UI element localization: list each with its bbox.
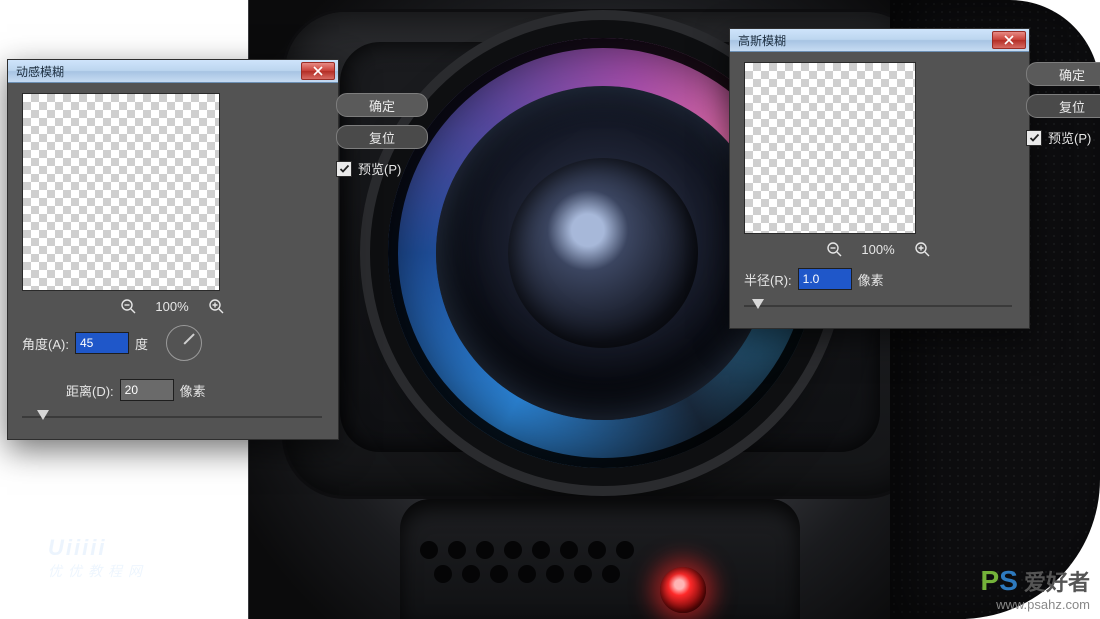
zoom-in-button[interactable] — [913, 240, 931, 258]
watermark-right: PS 爱好者 www.psahz.com — [981, 564, 1091, 613]
zoom-out-button[interactable] — [119, 297, 137, 315]
ok-button[interactable]: 确定 — [1026, 62, 1100, 86]
distance-slider[interactable] — [22, 409, 322, 425]
check-icon — [1029, 132, 1040, 143]
dialog-titlebar[interactable]: 动感模糊 — [8, 60, 338, 83]
watermark-left-sub: 优优教程网 — [48, 561, 148, 581]
angle-dial[interactable] — [166, 325, 202, 361]
watermark-brand-p: P — [981, 565, 1000, 596]
angle-unit: 度 — [135, 334, 148, 353]
radius-label: 半径(R): — [744, 270, 792, 289]
close-button[interactable] — [301, 62, 335, 80]
record-led — [660, 567, 706, 613]
reset-label: 复位 — [369, 128, 395, 147]
angle-label: 角度(A): — [22, 334, 69, 353]
reset-button[interactable]: 复位 — [1026, 94, 1100, 118]
watermark-brand-s: S — [999, 565, 1018, 596]
distance-input[interactable] — [120, 379, 174, 401]
distance-unit: 像素 — [180, 381, 206, 400]
preview-canvas — [22, 93, 220, 291]
zoom-in-icon — [208, 298, 224, 314]
preview-label: 预览(P) — [358, 159, 401, 178]
dialog-titlebar[interactable]: 高斯模糊 — [730, 29, 1029, 52]
speaker-grille — [420, 541, 640, 601]
reset-label: 复位 — [1059, 97, 1085, 116]
ok-button[interactable]: 确定 — [336, 93, 428, 117]
zoom-percentage: 100% — [861, 242, 894, 257]
zoom-in-icon — [914, 241, 930, 257]
angle-input[interactable] — [75, 332, 129, 354]
close-button[interactable] — [992, 31, 1026, 49]
watermark-left-logo: Uiiiii — [48, 535, 106, 560]
radius-unit: 像素 — [858, 270, 884, 289]
dialog-title: 动感模糊 — [16, 63, 301, 80]
close-icon — [313, 66, 323, 76]
preview-checkbox[interactable] — [336, 161, 352, 177]
reset-button[interactable]: 复位 — [336, 125, 428, 149]
check-icon — [339, 163, 350, 174]
zoom-percentage: 100% — [155, 299, 188, 314]
ok-label: 确定 — [369, 96, 395, 115]
close-icon — [1004, 35, 1014, 45]
radius-slider[interactable] — [744, 298, 1012, 314]
zoom-out-button[interactable] — [825, 240, 843, 258]
preview-label: 预览(P) — [1048, 128, 1091, 147]
zoom-in-button[interactable] — [207, 297, 225, 315]
motion-blur-dialog: 动感模糊 100% — [7, 59, 339, 440]
gaussian-blur-dialog: 高斯模糊 100% — [729, 28, 1030, 329]
dialog-title: 高斯模糊 — [738, 32, 992, 49]
preview-canvas — [744, 62, 916, 234]
radius-input[interactable] — [798, 268, 852, 290]
ok-label: 确定 — [1059, 65, 1085, 84]
zoom-out-icon — [120, 298, 136, 314]
watermark-brand-cn: 爱好者 — [1018, 570, 1090, 595]
zoom-out-icon — [826, 241, 842, 257]
watermark-url: www.psahz.com — [981, 597, 1091, 613]
preview-checkbox[interactable] — [1026, 130, 1042, 146]
watermark-left: Uiiiii 优优教程网 — [48, 535, 148, 581]
distance-label: 距离(D): — [66, 381, 114, 400]
